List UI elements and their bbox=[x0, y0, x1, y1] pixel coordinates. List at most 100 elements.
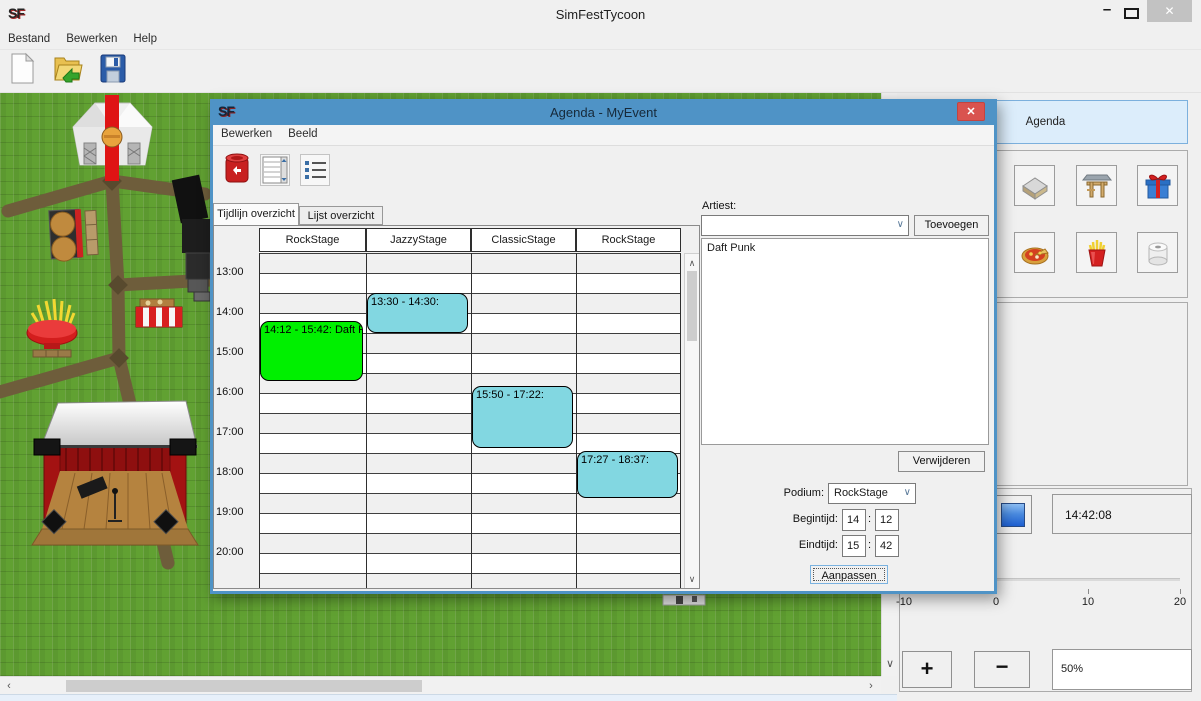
blue-square-button[interactable] bbox=[994, 495, 1032, 534]
item-gift-button[interactable] bbox=[1137, 165, 1178, 206]
dialog-close-button[interactable]: ✕ bbox=[957, 102, 985, 121]
timeline-event[interactable]: 15:50 - 17:22: bbox=[472, 386, 573, 447]
list-view-button[interactable] bbox=[300, 154, 330, 186]
dialog-titlebar[interactable]: SF Agenda - MyEvent ✕ bbox=[210, 99, 997, 125]
end-time-separator: : bbox=[868, 539, 871, 551]
scroll-left-icon[interactable]: ‹ bbox=[2, 678, 16, 694]
timeline-event[interactable]: 13:30 - 14:30: bbox=[367, 293, 468, 333]
column-header-rockstage: RockStage bbox=[576, 228, 681, 252]
minimize-button[interactable]: – bbox=[1098, 1, 1116, 18]
scroll-down-icon[interactable]: ∨ bbox=[882, 656, 898, 672]
timeline-event[interactable]: 14:12 - 15:42: Daft Punk bbox=[260, 321, 363, 381]
dialog-menu-beeld[interactable]: Beeld bbox=[280, 125, 325, 140]
apply-button[interactable]: Aanpassen bbox=[810, 565, 888, 584]
grid-column-line bbox=[259, 253, 260, 589]
main-toolbar bbox=[0, 50, 1201, 93]
main-menubar: BestandBewerkenHelp bbox=[0, 30, 1201, 50]
add-artist-button[interactable]: Toevoegen bbox=[914, 215, 989, 236]
time-label-1300: 13:00 bbox=[216, 266, 256, 278]
time-label-1800: 18:00 bbox=[216, 466, 256, 478]
dialog-menu-bewerken[interactable]: Bewerken bbox=[213, 125, 280, 140]
save-file-button[interactable] bbox=[96, 52, 130, 90]
column-header-rockstage: RockStage bbox=[259, 228, 366, 252]
main-menu-help[interactable]: Help bbox=[125, 30, 165, 45]
time-label-1900: 19:00 bbox=[216, 506, 256, 518]
main-menu-bewerken[interactable]: Bewerken bbox=[58, 30, 125, 45]
grid-column-line bbox=[576, 253, 577, 589]
item-pizza-button[interactable] bbox=[1014, 232, 1055, 273]
time-label-1400: 14:00 bbox=[216, 306, 256, 318]
map-hscroll-thumb[interactable] bbox=[66, 680, 422, 692]
stage-gate-icon bbox=[1081, 170, 1113, 202]
grid-scroll-down-icon[interactable]: ∨ bbox=[685, 571, 699, 587]
tent-stand bbox=[73, 95, 152, 181]
maximize-button[interactable] bbox=[1124, 8, 1139, 19]
remove-artist-button[interactable]: Verwijderen bbox=[898, 451, 985, 472]
artist-listbox[interactable]: Daft Punk bbox=[701, 238, 989, 445]
column-header-classicstage: ClassicStage bbox=[471, 228, 576, 252]
timeline-event[interactable]: 17:27 - 18:37: bbox=[577, 451, 678, 498]
main-titlebar: SF SimFestTycoon – ✕ bbox=[0, 0, 1201, 30]
blue-square-icon bbox=[1001, 503, 1025, 527]
burger-stand bbox=[49, 208, 99, 261]
tab-lijst-overzicht[interactable]: Lijst overzicht bbox=[299, 206, 383, 225]
striped-stand bbox=[136, 299, 182, 327]
open-file-button[interactable] bbox=[51, 52, 85, 90]
end-time-label: Eindtijd: bbox=[782, 539, 838, 551]
item-toilet-paper-button[interactable] bbox=[1137, 232, 1178, 273]
map-horizontal-scrollbar[interactable]: ‹ › bbox=[0, 676, 881, 694]
grid-scroll-thumb[interactable] bbox=[687, 271, 697, 341]
new-file-icon bbox=[9, 52, 37, 86]
delete-trash-button[interactable] bbox=[222, 151, 252, 187]
main-menu-bestand[interactable]: Bestand bbox=[0, 30, 58, 45]
gift-icon bbox=[1142, 170, 1174, 202]
timeline-grid[interactable]: 14:12 - 15:42: Daft Punk13:30 - 14:30: 15… bbox=[213, 225, 700, 589]
time-label-1600: 16:00 bbox=[216, 386, 256, 398]
zoom-out-button[interactable]: − bbox=[974, 651, 1030, 688]
zoom-value-field[interactable]: 50% bbox=[1052, 649, 1192, 690]
item-path-tile-button[interactable] bbox=[1014, 165, 1055, 206]
begin-time-label: Begintijd: bbox=[782, 513, 838, 525]
grid-scroll-up-icon[interactable]: ∧ bbox=[685, 255, 699, 271]
timeline-grid-body[interactable]: 14:12 - 15:42: Daft Punk13:30 - 14:30: 15… bbox=[259, 253, 681, 589]
small-stand bbox=[663, 595, 705, 605]
close-button[interactable]: ✕ bbox=[1147, 0, 1192, 22]
end-minute-field[interactable]: 42 bbox=[875, 535, 899, 557]
main-stage bbox=[32, 401, 198, 545]
end-hour-field[interactable]: 15 bbox=[842, 535, 866, 557]
item-stage-gate-button[interactable] bbox=[1076, 165, 1117, 206]
trash-icon bbox=[224, 152, 250, 186]
fries-icon bbox=[1081, 237, 1113, 269]
podium-combo-value: RockStage bbox=[834, 487, 888, 499]
artist-list-item[interactable]: Daft Punk bbox=[702, 239, 988, 254]
begin-minute-field[interactable]: 12 bbox=[875, 509, 899, 531]
time-label-1700: 17:00 bbox=[216, 426, 256, 438]
dialog-menubar: BewerkenBeeld bbox=[213, 125, 994, 146]
slider-tick-label: 20 bbox=[1165, 596, 1195, 608]
fries-stand bbox=[27, 299, 77, 357]
dialog-title: Agenda - MyEvent bbox=[210, 105, 997, 120]
grid-column-line bbox=[680, 253, 681, 589]
slider-tick bbox=[1180, 589, 1181, 594]
timeline-view-icon bbox=[262, 156, 288, 184]
begin-hour-field[interactable]: 14 bbox=[842, 509, 866, 531]
timeline-view-button[interactable] bbox=[260, 154, 290, 186]
pizza-icon bbox=[1019, 237, 1051, 269]
tab-tijdlijn-overzicht[interactable]: Tijdlijn overzicht bbox=[213, 203, 299, 225]
podium-combobox[interactable]: RockStage ∨ bbox=[828, 483, 916, 504]
slider-tick bbox=[1088, 589, 1089, 594]
new-file-button[interactable] bbox=[6, 52, 40, 90]
item-fries-button[interactable] bbox=[1076, 232, 1117, 273]
zoom-in-button[interactable]: + bbox=[902, 651, 952, 688]
begin-time-separator: : bbox=[868, 513, 871, 525]
artist-combobox[interactable]: ∨ bbox=[701, 215, 909, 236]
save-file-icon bbox=[99, 52, 127, 86]
sim-clock: 14:42:08 bbox=[1052, 494, 1192, 534]
agenda-dialog: SF Agenda - MyEvent ✕ BewerkenBeeld bbox=[210, 99, 997, 594]
simfesttycoon-window: SF SimFestTycoon – ✕ BestandBewerkenHelp bbox=[0, 0, 1201, 701]
grid-vertical-scrollbar[interactable]: ∧ ∨ bbox=[684, 253, 700, 589]
toilet-paper-icon bbox=[1142, 237, 1174, 269]
scroll-right-icon[interactable]: › bbox=[864, 678, 878, 694]
time-label-1500: 15:00 bbox=[216, 346, 256, 358]
podium-label: Podium: bbox=[782, 487, 824, 499]
